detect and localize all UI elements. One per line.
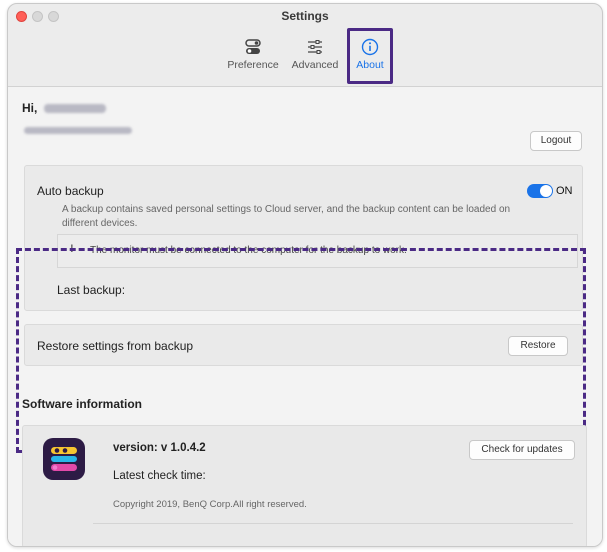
backup-note: ! The monitor must be connected to the c…	[57, 234, 578, 268]
tab-advanced[interactable]: Advanced	[289, 28, 341, 84]
restore-title: Restore settings from backup	[37, 339, 194, 353]
info-circle-icon	[361, 38, 379, 56]
latest-check-time: Latest check time:	[113, 470, 206, 482]
settings-window: Settings Preference Advanced About Hi, L…	[7, 3, 603, 547]
about-content: Hi, Logout Auto backup ON A backup conta…	[8, 87, 602, 546]
toggle-knob	[540, 185, 552, 197]
toggle-switch-icon	[245, 39, 261, 54]
restore-panel: Restore settings from backup Restore	[24, 324, 583, 366]
auto-backup-description: A backup contains saved personal setting…	[62, 204, 511, 229]
exclamation-icon: !	[70, 243, 74, 255]
restore-button[interactable]: Restore	[508, 336, 568, 356]
window-title: Settings	[281, 9, 329, 23]
tab-advanced-label: Advanced	[291, 59, 339, 71]
sliders-icon	[308, 40, 322, 54]
redacted-email	[24, 127, 132, 134]
divider	[93, 523, 573, 524]
check-for-updates-button[interactable]: Check for updates	[469, 440, 575, 460]
app-logo-graphic	[51, 447, 77, 471]
software-info-heading: Software information	[22, 397, 143, 411]
tab-preference-label: Preference	[227, 59, 279, 71]
software-version: version: v 1.0.4.2	[113, 442, 206, 454]
tab-about-label: About	[356, 59, 384, 71]
software-info-panel: version: v 1.0.4.2 Check for updates Lat…	[22, 425, 587, 546]
greeting-text: Hi,	[22, 101, 38, 115]
app-logo-icon	[43, 438, 85, 480]
title-bar: Settings	[8, 4, 602, 28]
copyright-text: Copyright 2019, BenQ Corp.All right rese…	[113, 499, 307, 510]
backup-note-text: The monitor must be connected to the com…	[90, 245, 407, 256]
tab-toolbar: Preference Advanced About	[8, 28, 602, 87]
redacted-username	[43, 104, 106, 114]
auto-backup-panel: Auto backup ON A backup contains saved p…	[24, 165, 583, 311]
toggle-state-label: ON	[556, 185, 573, 197]
logout-button[interactable]: Logout	[530, 131, 582, 151]
tab-preference[interactable]: Preference	[225, 28, 281, 84]
auto-backup-title: Auto backup	[37, 184, 104, 198]
auto-backup-toggle[interactable]	[527, 184, 553, 198]
greeting: Hi,	[22, 101, 106, 115]
tab-about[interactable]: About	[347, 28, 393, 84]
last-backup-label: Last backup:	[57, 283, 126, 297]
